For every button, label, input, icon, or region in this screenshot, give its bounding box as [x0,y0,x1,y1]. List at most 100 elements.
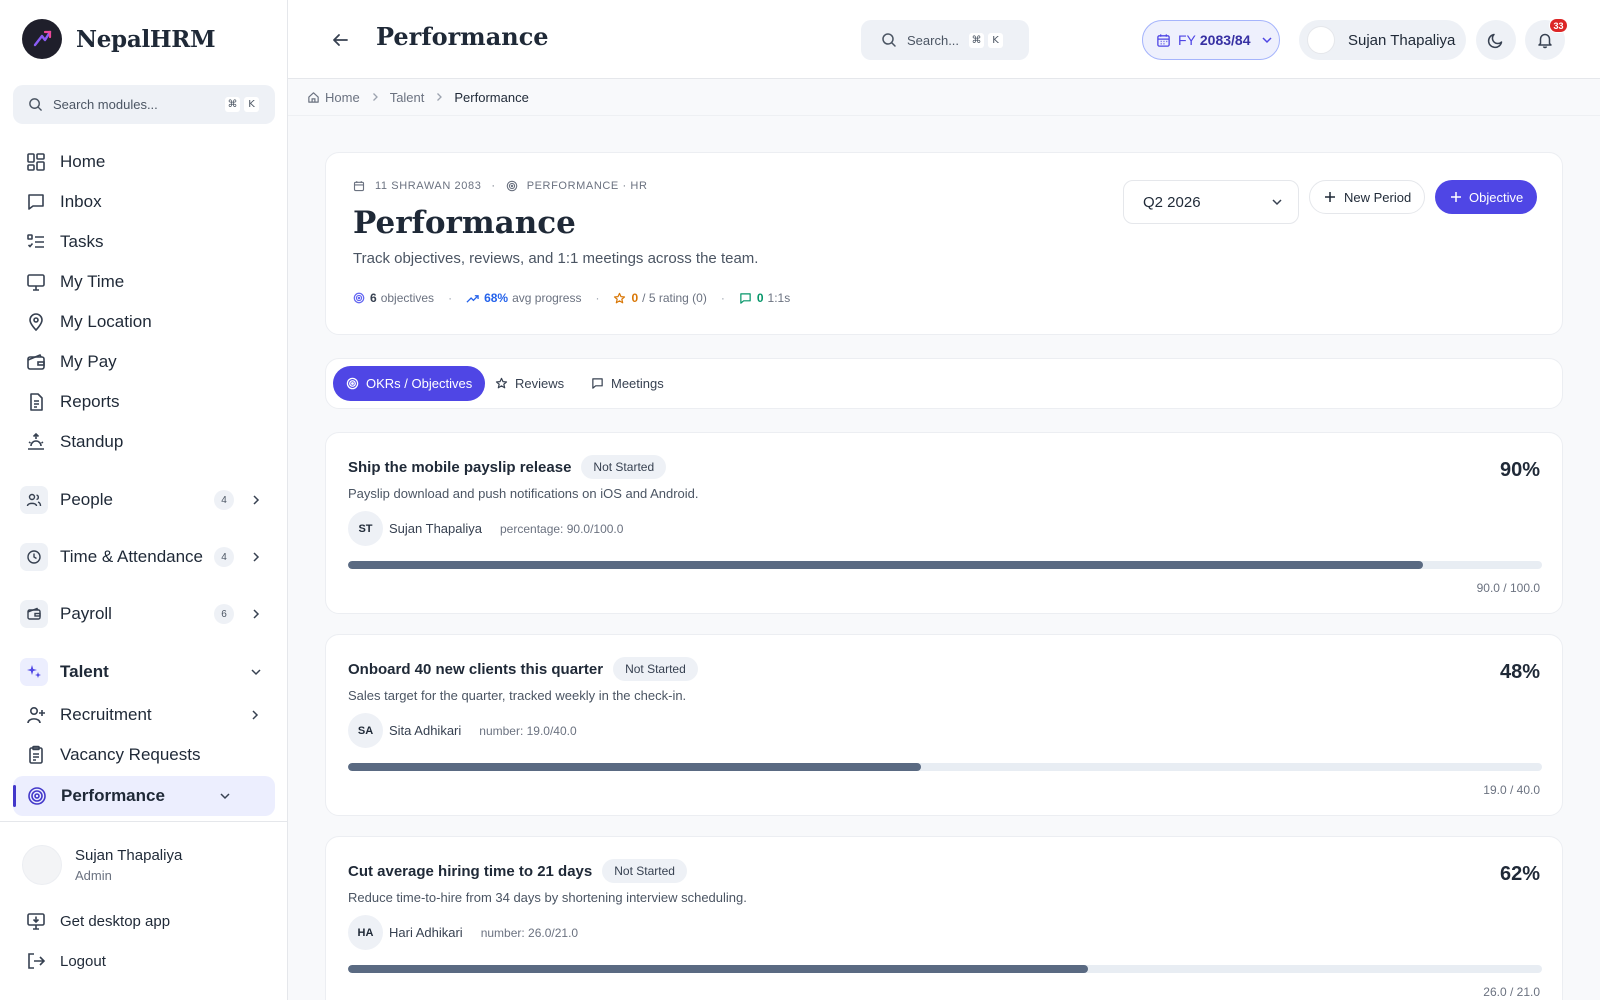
nav-label: Vacancy Requests [60,745,201,764]
objective-description: Sales target for the quarter, tracked we… [348,688,687,703]
tab-okrs-objectives[interactable]: OKRs / Objectives [333,366,486,401]
search-icon [882,33,896,47]
avatar [1307,26,1335,54]
user-menu-button[interactable]: Sujan Thapaliya [1299,20,1466,60]
list-check-icon [25,231,47,253]
nav-item-home[interactable]: Home [25,147,105,177]
nav-item-my-location[interactable]: My Location [25,307,152,337]
progress-fill [348,965,1089,973]
message-icon [740,292,751,304]
objective-metric: percentage: 90.0/100.0 [500,521,624,536]
progress-bar [348,561,1542,569]
nav-label: Tasks [60,232,104,251]
nav-item-reports[interactable]: Reports [25,387,120,417]
tabs-bar: OKRs / Objectives Reviews Meetings [325,358,1563,409]
objective-title[interactable]: Onboard 40 new clients this quarter [348,661,603,678]
search-icon [29,98,42,111]
nav-label: Performance [61,786,165,805]
kbd-k: K [988,32,1004,48]
chevron-right-icon [370,92,380,102]
back-button[interactable] [328,28,352,52]
user-plus-icon [25,704,47,726]
calendar-icon [353,181,365,192]
theme-toggle-button[interactable] [1476,20,1516,60]
objective-card[interactable]: Ship the mobile payslip release Not Star… [325,432,1563,614]
stat-objectives-label: objectives [380,291,435,305]
nav-item-tasks[interactable]: Tasks [25,227,103,257]
module-search-input[interactable]: Search modules... ⌘ K [13,85,275,124]
clock-icon [20,543,48,571]
stat-objectives-value: 6 [370,291,377,305]
owner-name: Sujan Thapaliya [389,521,482,536]
breadcrumb-home[interactable]: Home [325,90,360,105]
tab-meetings[interactable]: Meetings [578,366,677,401]
breadcrumb-talent[interactable]: Talent [390,90,425,105]
nav-label: My Time [60,272,125,291]
fy-prefix: FY [1178,32,1196,48]
sidebar-user[interactable]: Sujan Thapaliya Admin [22,845,182,885]
nav-item-vacancy-requests[interactable]: Vacancy Requests [25,740,200,770]
nav-label: My Location [60,312,152,331]
kbd-k: K [244,97,259,112]
sidebar-group-payroll[interactable]: Payroll 6 [20,597,270,631]
objective-metric: number: 19.0/40.0 [479,723,577,738]
owner-avatar: SA [348,713,383,748]
stat-progress-value: 68% [484,291,509,305]
progress-fill [348,561,1423,569]
global-search-input[interactable]: Search... ⌘ K [861,20,1029,60]
sidebar-group-talent[interactable]: Talent [20,655,270,689]
nav-label: Standup [60,432,124,451]
logout-button[interactable]: Logout [25,946,106,976]
nav-item-performance[interactable]: Performance [13,776,275,816]
chevron-right-icon [248,606,264,622]
nav-item-inbox[interactable]: Inbox [25,187,102,217]
count-badge: 4 [214,547,234,567]
chevron-down-icon [1270,195,1284,209]
sidebar-group-people[interactable]: People 4 [20,483,270,517]
progress-bar [348,763,1542,771]
chevron-down-icon [1261,37,1272,44]
objective-card[interactable]: Onboard 40 new clients this quarter Not … [325,634,1563,816]
stat-meetings-value: 0 [756,291,764,305]
sunrise-icon [25,431,47,453]
new-period-label: New Period [1344,189,1412,205]
tab-label: Meetings [611,376,664,391]
footer-label: Get desktop app [60,912,171,930]
nav-item-my-pay[interactable]: My Pay [25,347,117,377]
objective-description: Payslip download and push notifications … [348,486,699,501]
user-role: Admin [75,868,112,883]
objective-percent: 90% [1499,459,1540,481]
sidebar-divider [0,821,288,822]
nav-label: My Pay [60,352,117,371]
sidebar: NepalHRM Search modules... ⌘ K Home Inbo… [0,0,288,1000]
notifications-button[interactable]: 33 [1525,18,1568,60]
header-title: Performance [353,205,576,241]
nav-item-my-time[interactable]: My Time [25,267,124,297]
objective-percent: 48% [1499,661,1540,683]
group-label: People [60,490,113,509]
objective-title[interactable]: Ship the mobile payslip release [348,459,571,476]
notification-count-badge: 33 [1549,18,1568,33]
objective-card[interactable]: Cut average hiring time to 21 days Not S… [325,836,1563,1000]
status-badge: Not Started [602,859,687,883]
stat-progress-label: avg progress [512,291,582,305]
new-period-button[interactable]: New Period [1309,180,1425,214]
wallet-icon [25,351,47,373]
moon-icon [1487,33,1503,49]
tab-reviews[interactable]: Reviews [482,366,577,401]
period-select[interactable]: Q2 2026 [1123,180,1299,224]
group-label: Time & Attendance [60,547,204,566]
stat-rating-value: 0 [631,291,639,305]
add-objective-button[interactable]: Objective [1435,180,1537,214]
nav-label: Inbox [60,192,102,211]
owner-avatar: ST [348,511,383,546]
nav-item-standup[interactable]: Standup [25,427,123,457]
star-icon [614,292,626,303]
objective-title[interactable]: Cut average hiring time to 21 days [348,863,592,880]
fiscal-year-selector[interactable]: FY 2083/84 [1142,20,1280,60]
get-desktop-app-link[interactable]: Get desktop app [25,906,170,936]
nav-item-recruitment[interactable]: Recruitment [25,700,263,730]
breadcrumb-current: Performance [454,89,529,105]
sidebar-group-time-attendance[interactable]: Time & Attendance 4 [20,540,270,574]
brand[interactable]: NepalHRM [22,19,216,59]
